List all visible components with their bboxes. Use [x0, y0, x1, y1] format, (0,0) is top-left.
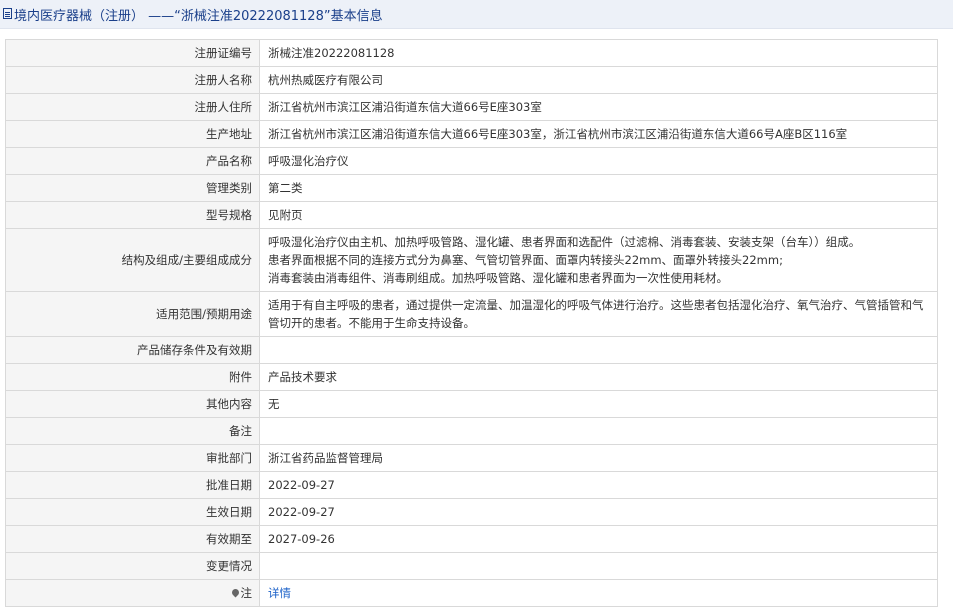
field-label: 备注 — [5, 417, 260, 445]
details-link[interactable]: 详情 — [268, 586, 291, 600]
registration-info-table: 注册证编号 浙械注准20222081128 注册人名称 杭州热威医疗有限公司 注… — [5, 39, 938, 607]
field-value: 2022-09-27 — [259, 498, 938, 526]
field-value — [259, 417, 938, 445]
field-value: 适用于有自主呼吸的患者，通过提供一定流量、加温湿化的呼吸气体进行治疗。这些患者包… — [259, 291, 938, 337]
field-value: 浙江省药品监督管理局 — [259, 444, 938, 472]
field-value-line: 适用于有自主呼吸的患者，通过提供一定流量、加温湿化的呼吸气体进行治疗。这些患者包… — [268, 298, 924, 330]
field-value-line: 浙江省杭州市滨江区浦沿街道东信大道66号E座303室 — [268, 100, 542, 114]
field-label: 审批部门 — [5, 444, 260, 472]
note-label: 注 — [240, 586, 253, 600]
field-value-line: 浙江省杭州市滨江区浦沿街道东信大道66号E座303室，浙江省杭州市滨江区浦沿街道… — [268, 127, 848, 141]
field-value: 第二类 — [259, 174, 938, 202]
table-row: 其他内容 无 — [5, 390, 938, 418]
table-row: 注册证编号 浙械注准20222081128 — [5, 39, 938, 67]
field-value-line: 消毒套装由消毒组件、消毒刷组成。加热呼吸管路、湿化罐和患者界面为一次性使用耗材。 — [268, 271, 728, 285]
table-row: 批准日期 2022-09-27 — [5, 471, 938, 499]
field-value-line: 呼吸湿化治疗仪 — [268, 154, 349, 168]
field-value: 见附页 — [259, 201, 938, 229]
table-row: 结构及组成/主要组成成分 呼吸湿化治疗仪由主机、加热呼吸管路、湿化罐、患者界面和… — [5, 228, 938, 292]
field-label: 变更情况 — [5, 552, 260, 580]
field-value: 杭州热威医疗有限公司 — [259, 66, 938, 94]
field-value-line: 见附页 — [268, 208, 303, 222]
field-label: 结构及组成/主要组成成分 — [5, 228, 260, 292]
field-value-line: 产品技术要求 — [268, 370, 337, 384]
field-value-line: 患者界面根据不同的连接方式分为鼻塞、气管切管界面、面罩内转接头22mm、面罩外转… — [268, 253, 783, 267]
field-value-line: 2022-09-27 — [268, 505, 335, 519]
table-row: 生产地址 浙江省杭州市滨江区浦沿街道东信大道66号E座303室，浙江省杭州市滨江… — [5, 120, 938, 148]
field-value — [259, 336, 938, 364]
document-icon — [3, 7, 12, 19]
field-label: 批准日期 — [5, 471, 260, 499]
field-value: 浙械注准20222081128 — [259, 39, 938, 67]
table-row: 产品储存条件及有效期 — [5, 336, 938, 364]
location-pin-icon — [230, 587, 240, 598]
table-row: 附件 产品技术要求 — [5, 363, 938, 391]
note-row: 注 详情 — [5, 579, 938, 607]
table-row: 审批部门 浙江省药品监督管理局 — [5, 444, 938, 472]
field-label: 产品储存条件及有效期 — [5, 336, 260, 364]
table-row: 注册人住所 浙江省杭州市滨江区浦沿街道东信大道66号E座303室 — [5, 93, 938, 121]
note-label-cell: 注 — [5, 579, 260, 607]
field-value-line: 第二类 — [268, 181, 303, 195]
field-label: 生效日期 — [5, 498, 260, 526]
table-row: 型号规格 见附页 — [5, 201, 938, 229]
table-row: 管理类别 第二类 — [5, 174, 938, 202]
page-title-bar: 境内医疗器械（注册） ——“浙械注准20222081128”基本信息 — [0, 0, 953, 29]
table-row: 产品名称 呼吸湿化治疗仪 — [5, 147, 938, 175]
table-row: 变更情况 — [5, 552, 938, 580]
field-value: 2022-09-27 — [259, 471, 938, 499]
field-label: 其他内容 — [5, 390, 260, 418]
field-label: 注册人名称 — [5, 66, 260, 94]
page-title: 境内医疗器械（注册） ——“浙械注准20222081128”基本信息 — [14, 8, 383, 24]
field-label: 产品名称 — [5, 147, 260, 175]
field-label: 注册人住所 — [5, 93, 260, 121]
field-value: 2027-09-26 — [259, 525, 938, 553]
field-value: 无 — [259, 390, 938, 418]
field-label: 生产地址 — [5, 120, 260, 148]
field-value-line: 2022-09-27 — [268, 478, 335, 492]
field-value-line: 呼吸湿化治疗仪由主机、加热呼吸管路、湿化罐、患者界面和选配件（过滤棉、消毒套装、… — [268, 235, 861, 249]
field-value: 呼吸湿化治疗仪由主机、加热呼吸管路、湿化罐、患者界面和选配件（过滤棉、消毒套装、… — [259, 228, 938, 292]
table-row: 适用范围/预期用途 适用于有自主呼吸的患者，通过提供一定流量、加温湿化的呼吸气体… — [5, 291, 938, 337]
field-value — [259, 552, 938, 580]
field-label: 适用范围/预期用途 — [5, 291, 260, 337]
field-value-line: 杭州热威医疗有限公司 — [268, 73, 383, 87]
table-row: 注册人名称 杭州热威医疗有限公司 — [5, 66, 938, 94]
field-label: 管理类别 — [5, 174, 260, 202]
field-label: 型号规格 — [5, 201, 260, 229]
field-value-line: 2027-09-26 — [268, 532, 335, 546]
table-row: 有效期至 2027-09-26 — [5, 525, 938, 553]
field-label: 注册证编号 — [5, 39, 260, 67]
table-row: 生效日期 2022-09-27 — [5, 498, 938, 526]
field-value: 呼吸湿化治疗仪 — [259, 147, 938, 175]
field-value-line: 浙江省药品监督管理局 — [268, 451, 383, 465]
table-row: 备注 — [5, 417, 938, 445]
field-label: 附件 — [5, 363, 260, 391]
field-value: 浙江省杭州市滨江区浦沿街道东信大道66号E座303室 — [259, 93, 938, 121]
field-value-line: 浙械注准20222081128 — [268, 46, 395, 60]
field-value: 浙江省杭州市滨江区浦沿街道东信大道66号E座303室，浙江省杭州市滨江区浦沿街道… — [259, 120, 938, 148]
field-value: 产品技术要求 — [259, 363, 938, 391]
field-label: 有效期至 — [5, 525, 260, 553]
note-value: 详情 — [259, 579, 938, 607]
field-value-line: 无 — [268, 397, 280, 411]
